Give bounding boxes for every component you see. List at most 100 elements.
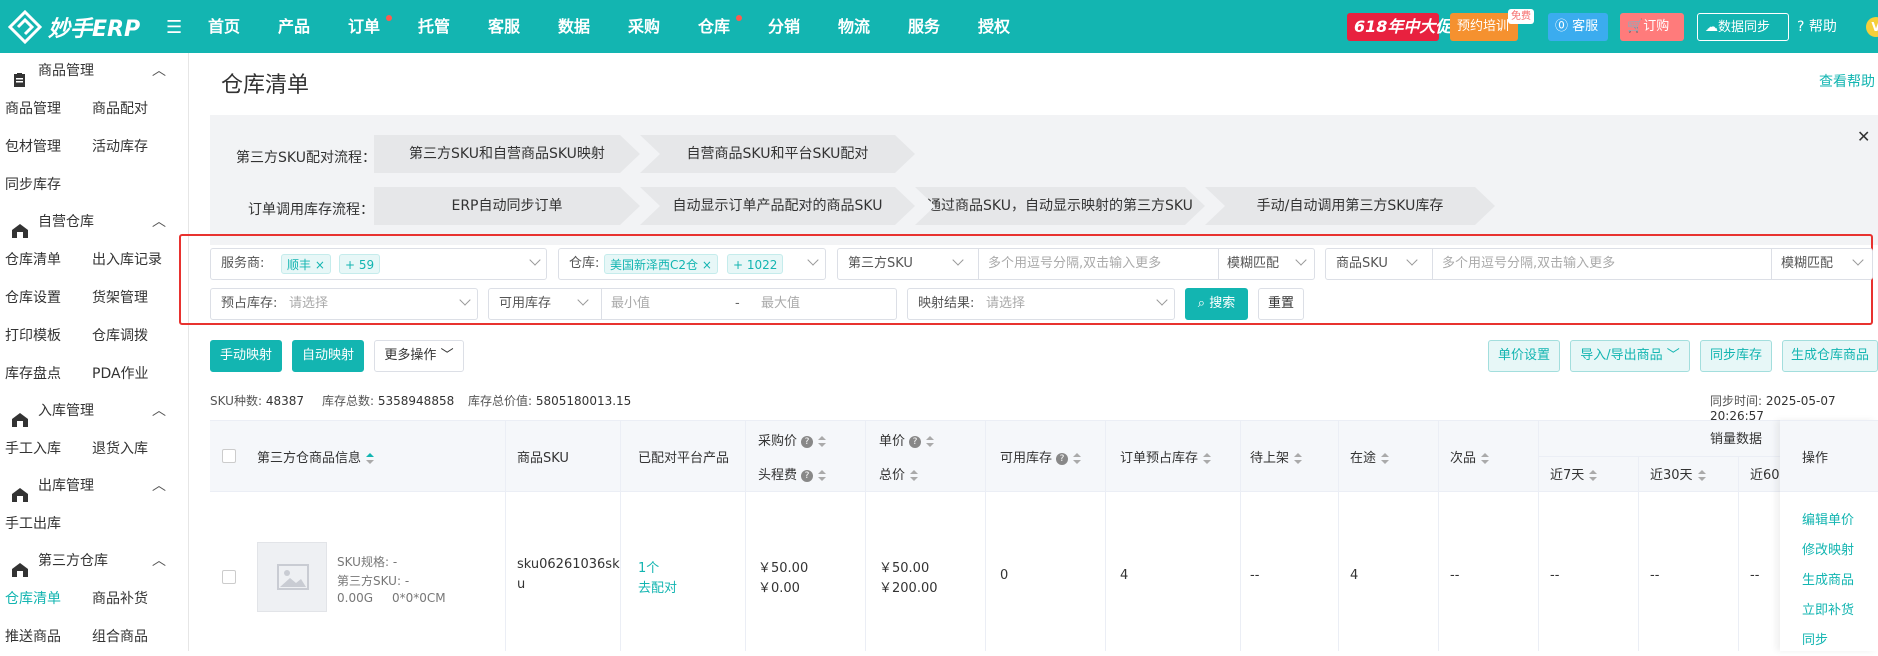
- sidebar-item-replenish[interactable]: 商品补货: [92, 580, 184, 618]
- search-button[interactable]: ⌕ 搜索: [1185, 288, 1248, 320]
- chevron-up-icon: ︿: [152, 63, 166, 79]
- nav-distribution[interactable]: 分销: [768, 0, 838, 53]
- top-bar: 妙手ERP ☰ 首页 产品 订单 托管 客服 数据 采购 仓库 分销 物流 服务…: [0, 0, 1878, 53]
- col-pending-shelf[interactable]: 待上架: [1250, 447, 1303, 466]
- menu-toggle-icon[interactable]: ☰: [166, 17, 182, 38]
- col-in-transit[interactable]: 在途: [1350, 447, 1390, 466]
- generate-goods-button[interactable]: 生成仓库商品: [1782, 340, 1878, 372]
- modify-mapping-link[interactable]: 修改映射: [1802, 539, 1854, 558]
- sidebar-group-self-warehouse[interactable]: 自营仓库 ︿: [0, 204, 188, 241]
- select-all-checkbox[interactable]: [222, 449, 236, 463]
- sidebar-item-shelf-manage[interactable]: 货架管理: [92, 279, 184, 317]
- col-7-days[interactable]: 近7天: [1550, 464, 1598, 483]
- col-unit-price[interactable]: 单价?: [879, 430, 935, 449]
- sidebar-item-combo-goods[interactable]: 组合商品: [92, 618, 184, 656]
- provider-select[interactable]: 服务商: 顺丰 × + 59: [210, 248, 547, 280]
- sidebar-item-return-inbound[interactable]: 退货入库: [92, 430, 184, 468]
- third-sku-input[interactable]: 多个用逗号分隔,双击输入更多: [988, 249, 1161, 279]
- close-icon[interactable]: ✕: [1857, 127, 1870, 146]
- available-stock-select[interactable]: 可用库存: [499, 289, 551, 319]
- sidebar-item-warehouse-settings[interactable]: 仓库设置: [0, 279, 92, 317]
- edit-unit-price-link[interactable]: 编辑单价: [1802, 509, 1854, 528]
- promo-618-banner[interactable]: 618年中大促: [1347, 13, 1451, 41]
- unit-price-button[interactable]: 单价设置: [1488, 340, 1560, 372]
- brand-logo[interactable]: 妙手ERP: [7, 9, 140, 45]
- data-sync-button[interactable]: ☁数据同步: [1697, 13, 1789, 41]
- col-total-price[interactable]: 总价: [879, 464, 919, 483]
- provider-tag[interactable]: 顺丰 ×: [281, 254, 331, 274]
- customer-service-button[interactable]: ⓪ 客服: [1548, 13, 1608, 41]
- sync-link[interactable]: 同步: [1802, 629, 1828, 648]
- more-ops-button[interactable]: 更多操作 ﹀: [374, 340, 464, 372]
- nav-home[interactable]: 首页: [208, 0, 278, 53]
- sales-30d-value: --: [1650, 568, 1660, 583]
- fuzzy-match-select[interactable]: 模糊匹配: [1781, 249, 1833, 279]
- generate-goods-link[interactable]: 生成商品: [1802, 569, 1854, 588]
- nav-authorize[interactable]: 授权: [978, 0, 1048, 53]
- sidebar-item-pda[interactable]: PDA作业: [92, 355, 184, 393]
- col-order-preoccupy[interactable]: 订单预占库存: [1120, 447, 1212, 466]
- sync-stock-button[interactable]: 同步库存: [1700, 340, 1772, 372]
- sidebar-item-packing[interactable]: 包材管理: [0, 128, 92, 166]
- nav-hosting[interactable]: 托管: [418, 0, 488, 53]
- min-value-input[interactable]: 最小值: [611, 289, 650, 319]
- sidebar-item-third-warehouse-list[interactable]: 仓库清单: [0, 580, 92, 618]
- goods-sku-input[interactable]: 多个用逗号分隔,双击输入更多: [1442, 249, 1615, 279]
- preoccupy-select[interactable]: 预占库存: 请选择: [210, 288, 478, 320]
- avatar[interactable]: V: [1866, 17, 1878, 37]
- sidebar-item-manual-inbound[interactable]: 手工入库: [0, 430, 92, 468]
- warehouse-icon: [12, 555, 28, 577]
- nav-warehouse[interactable]: 仓库: [698, 0, 768, 53]
- sidebar-item-sync-stock[interactable]: 同步库存: [0, 166, 92, 204]
- sidebar-item-inout-records[interactable]: 出入库记录: [92, 241, 184, 279]
- flow-step: ERP自动同步订单: [374, 187, 640, 225]
- subscribe-button[interactable]: 🛒订购: [1620, 13, 1684, 41]
- goods-sku-type-select[interactable]: 商品SKU: [1336, 249, 1388, 279]
- col-defective[interactable]: 次品: [1450, 447, 1490, 466]
- provider-more-tag: + 59: [339, 254, 381, 274]
- sidebar-item-goods-pair[interactable]: 商品配对: [92, 90, 184, 128]
- nav-product[interactable]: 产品: [278, 0, 348, 53]
- sidebar-item-push-goods[interactable]: 推送商品: [0, 618, 92, 656]
- sidebar-group-inbound[interactable]: 入库管理 ︿: [0, 393, 188, 430]
- col-first-leg-fee[interactable]: 头程费?: [758, 464, 827, 483]
- auto-map-button[interactable]: 自动映射: [292, 340, 364, 372]
- sidebar-group-goods[interactable]: 商品管理 ︿: [0, 53, 188, 90]
- sidebar-item-transfer[interactable]: 仓库调拨: [92, 317, 184, 355]
- row-checkbox[interactable]: [222, 570, 236, 584]
- sidebar-item-stocktake[interactable]: 库存盘点: [0, 355, 92, 393]
- sidebar-item-warehouse-list[interactable]: 仓库清单: [0, 241, 92, 279]
- paired-count-link[interactable]: 1个: [638, 557, 659, 576]
- third-sku-type-select[interactable]: 第三方SKU: [848, 249, 913, 279]
- sidebar-item-manual-outbound[interactable]: 手工出库: [0, 505, 92, 543]
- chevron-up-icon: ︿: [152, 478, 166, 494]
- help-button[interactable]: ? 帮助: [1797, 13, 1857, 41]
- max-value-input[interactable]: 最大值: [761, 289, 800, 319]
- nav-services[interactable]: 服务: [908, 0, 978, 53]
- warehouse-tag[interactable]: 美国新泽西C2仓 ×: [604, 254, 718, 274]
- nav-order[interactable]: 订单: [348, 0, 418, 53]
- nav-data[interactable]: 数据: [558, 0, 628, 53]
- sidebar-group-outbound[interactable]: 出库管理 ︿: [0, 468, 188, 505]
- col-third-goods-info[interactable]: 第三方仓商品信息: [257, 447, 375, 466]
- manual-map-button[interactable]: 手动映射: [210, 340, 282, 372]
- col-available-stock[interactable]: 可用库存?: [1000, 447, 1082, 466]
- col-30-days[interactable]: 近30天: [1650, 464, 1706, 483]
- sidebar-item-goods-manage[interactable]: 商品管理: [0, 90, 92, 128]
- fuzzy-match-select[interactable]: 模糊匹配: [1227, 249, 1279, 279]
- sidebar-item-activity-stock[interactable]: 活动库存: [92, 128, 184, 166]
- nav-purchase[interactable]: 采购: [628, 0, 698, 53]
- col-purchase-price[interactable]: 采购价?: [758, 430, 827, 449]
- nav-logistics[interactable]: 物流: [838, 0, 908, 53]
- reset-button[interactable]: 重置: [1258, 288, 1304, 320]
- warehouse-select[interactable]: 仓库: 美国新泽西C2仓 × + 1022: [558, 248, 826, 280]
- view-help-link[interactable]: 查看帮助: [1819, 71, 1875, 91]
- chevron-down-icon: [1156, 294, 1168, 306]
- sidebar-item-print-template[interactable]: 打印模板: [0, 317, 92, 355]
- import-export-button[interactable]: 导入/导出商品 ﹀: [1570, 340, 1690, 372]
- sidebar-group-third-warehouse[interactable]: 第三方仓库 ︿: [0, 543, 188, 580]
- go-pair-link[interactable]: 去配对: [638, 577, 677, 596]
- mapping-result-select[interactable]: 映射结果: 请选择: [907, 288, 1175, 320]
- replenish-now-link[interactable]: 立即补货: [1802, 599, 1854, 618]
- nav-service[interactable]: 客服: [488, 0, 558, 53]
